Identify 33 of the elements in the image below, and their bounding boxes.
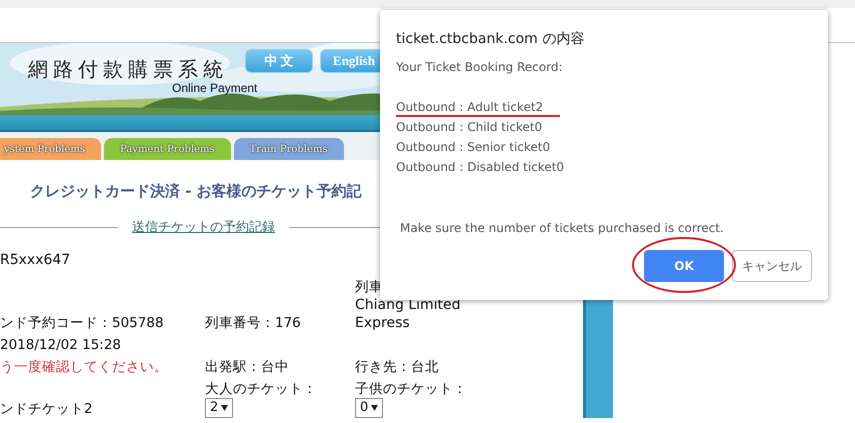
site-subtitle: Online Payment: [172, 81, 258, 95]
field-label: 大人のチケット：: [205, 380, 317, 398]
detail-text: 2018/12/02 15:28: [0, 336, 122, 354]
detail-text: ンド予約コード：505788: [0, 314, 164, 332]
ticket-line: Outbound : Child ticket0: [396, 119, 542, 136]
field-label: 列車: [355, 278, 383, 296]
ok-button[interactable]: OK: [644, 250, 724, 282]
detail-text: ンドチケット2: [0, 400, 93, 418]
tab[interactable]: Train Problems: [234, 138, 344, 160]
language-button[interactable]: 中 文: [245, 49, 313, 73]
detail-text: 出発駅：台中: [205, 358, 289, 376]
cancel-button[interactable]: キャンセル: [732, 250, 812, 282]
site-title: 網路付款購票系統: [28, 56, 228, 83]
field-label: 子供のチケット：: [355, 380, 467, 398]
ticket-count-select[interactable]: 2: [205, 398, 234, 418]
detail-text: 行き先：台北: [355, 358, 439, 376]
tab[interactable]: ystem Problems: [0, 138, 102, 160]
dialog-text: Your Ticket Booking Record:: [396, 59, 564, 76]
dialog-note: Make sure the number of tickets purchased is correct.: [400, 220, 725, 237]
dialog-title: ticket.ctbcbank.com の内容: [396, 30, 586, 48]
caret-icon: [371, 405, 378, 411]
caret-icon: [221, 405, 228, 411]
ticket-count-select[interactable]: 0: [355, 398, 384, 418]
warning-text: う一度確認してください。: [0, 358, 168, 376]
page-heading: クレジットカード決済 - お客様のチケット予約記: [30, 182, 363, 201]
ticket-line: Outbound : Senior ticket0: [396, 139, 550, 156]
tab[interactable]: Payment Problems: [104, 138, 231, 160]
detail-value: Chiang Limited Express: [355, 296, 462, 332]
section-link[interactable]: 送信チケットの予約記録: [132, 218, 275, 236]
ticket-line: Outbound : Disabled ticket0: [396, 159, 564, 176]
ticket-line: Outbound : Adult ticket2: [396, 99, 544, 116]
detail-text: 列車番号：176: [205, 314, 301, 332]
booking-reference: R5xxx647: [0, 252, 72, 268]
